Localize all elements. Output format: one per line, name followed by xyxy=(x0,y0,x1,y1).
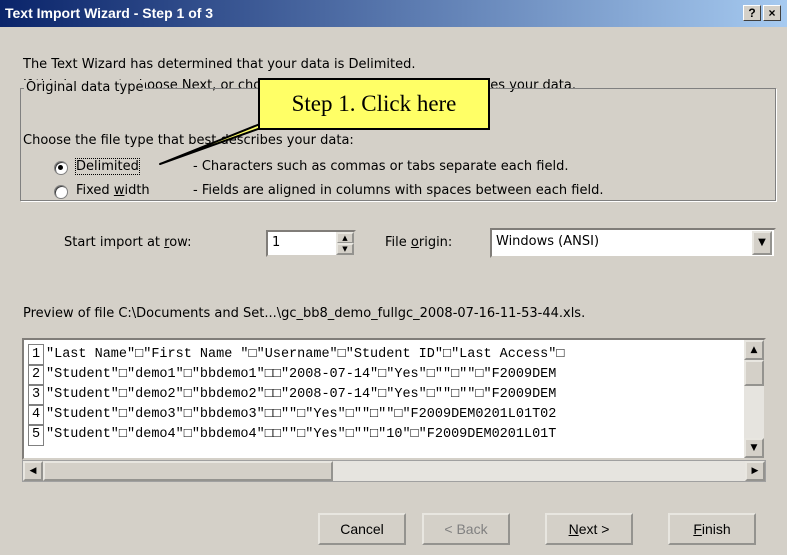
callout-box: Step 1. Click here xyxy=(258,78,490,130)
